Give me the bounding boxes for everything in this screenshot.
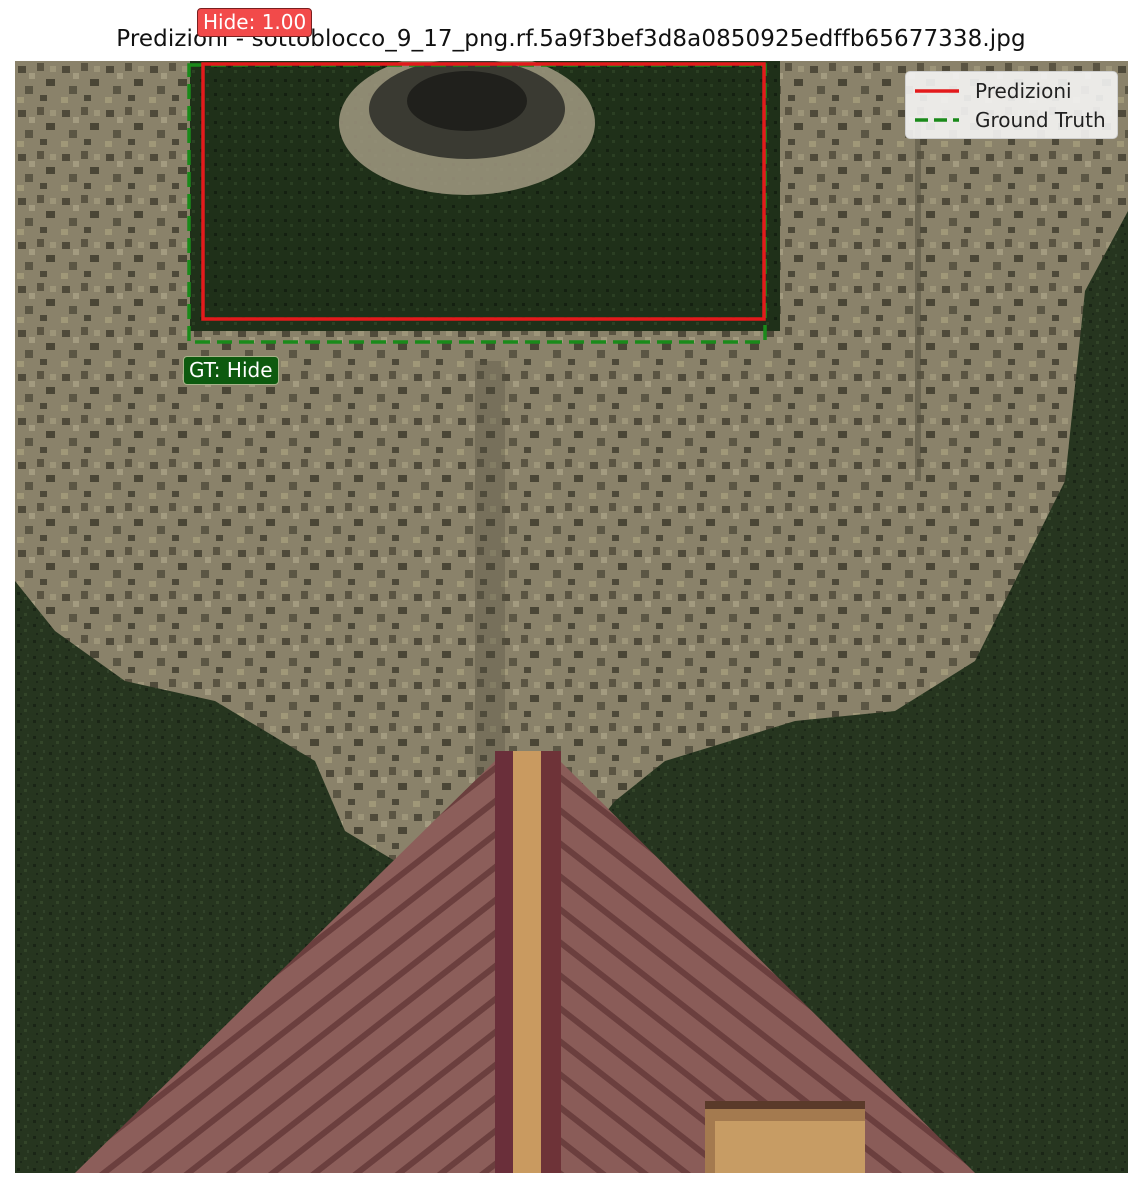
aerial-photo [15, 61, 1128, 1173]
legend-label-predizioni: Predizioni [975, 79, 1072, 103]
prediction-label-badge: Hide: 1.00 [197, 8, 313, 37]
legend: Predizioni Ground Truth [905, 71, 1118, 139]
dashed-line-icon [915, 118, 959, 122]
ground-truth-label-badge: GT: Hide [183, 356, 279, 385]
legend-item-ground-truth: Ground Truth [915, 107, 1106, 133]
figure-title: Predizioni - sottoblocco_9_17_png.rf.5a9… [116, 26, 1026, 52]
legend-label-ground-truth: Ground Truth [975, 108, 1106, 132]
legend-item-predizioni: Predizioni [915, 78, 1072, 104]
solid-line-icon [915, 89, 959, 93]
